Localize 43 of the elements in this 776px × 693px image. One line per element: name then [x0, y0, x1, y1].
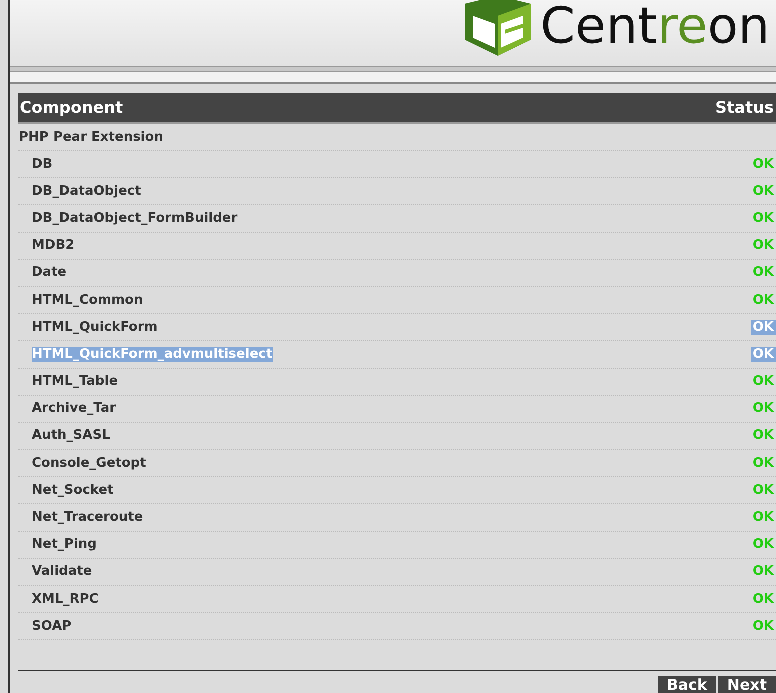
- component-name: Archive_Tar: [32, 401, 116, 416]
- component-name: DB: [32, 156, 53, 172]
- component-name: Console_Getopt: [32, 456, 146, 471]
- component-name: MDB2: [32, 238, 75, 254]
- component-name: Net_Ping: [32, 537, 97, 552]
- status-text: OK: [752, 456, 776, 471]
- status-text: OK: [752, 238, 776, 254]
- section-heading: PHP Pear Extension: [18, 124, 776, 151]
- status-text: OK: [752, 184, 776, 199]
- component-name: DB_DataObject_FormBuilder: [32, 210, 238, 226]
- status-text: OK: [752, 374, 776, 390]
- status-text: OK: [752, 265, 776, 280]
- component-name: Net_Socket: [32, 482, 114, 498]
- status-text: OK: [750, 320, 776, 335]
- status-text: OK: [752, 292, 776, 308]
- nav-button[interactable]: Next: [718, 676, 776, 693]
- component-name: SOAP: [32, 618, 72, 634]
- status-text: OK: [752, 564, 776, 580]
- component-name: HTML_Table: [32, 374, 118, 390]
- component-name: HTML_QuickForm: [32, 320, 158, 335]
- status-text: OK: [752, 510, 776, 526]
- nav-button[interactable]: Back: [658, 676, 716, 693]
- column-header: Status: [715, 98, 774, 117]
- status-text: OK: [752, 210, 776, 226]
- status-text: OK: [752, 428, 776, 444]
- status-text: OK: [750, 346, 776, 362]
- column-header: Component: [20, 98, 124, 117]
- component-name: Auth_SASL: [32, 428, 110, 444]
- component-name: Validate: [32, 564, 92, 580]
- component-name: Net_Traceroute: [32, 510, 144, 526]
- status-text: OK: [752, 482, 776, 498]
- status-text: OK: [752, 401, 776, 416]
- status-text: OK: [752, 537, 776, 552]
- status-text: OK: [752, 156, 776, 172]
- component-name: DB_DataObject: [32, 184, 142, 199]
- component-name: HTML_QuickForm_advmultiselect: [32, 346, 273, 362]
- component-name: XML_RPC: [32, 592, 99, 607]
- component-name: HTML_Common: [32, 292, 144, 308]
- status-text: OK: [752, 618, 776, 634]
- component-name: Date: [32, 265, 67, 280]
- logo-text: Centreon: [540, 1, 770, 51]
- cube-logo-icon: [464, 0, 531, 56]
- status-text: OK: [752, 592, 776, 607]
